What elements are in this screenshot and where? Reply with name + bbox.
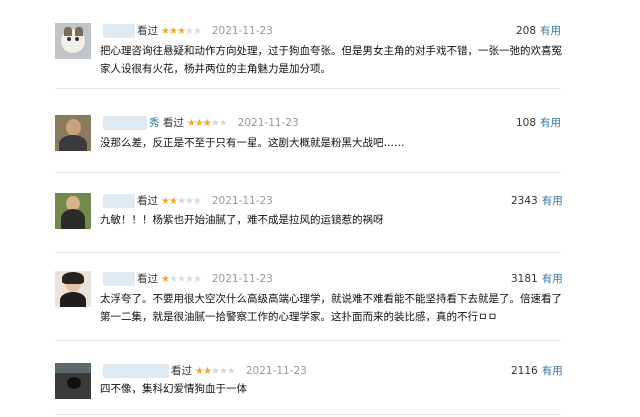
watch-status: 看过 xyxy=(171,365,192,377)
username[interactable] xyxy=(103,272,135,286)
username[interactable] xyxy=(103,364,169,378)
review-meta: 看过 ★★★★★ 2021-11-23 xyxy=(171,364,307,379)
avatar[interactable] xyxy=(55,115,91,151)
rating-stars: ★★★★★ xyxy=(195,365,236,379)
star-filled-icon: ★ xyxy=(195,366,204,377)
vote-number: 108 xyxy=(516,117,537,129)
watch-status: 看过 xyxy=(137,25,158,37)
avatar[interactable] xyxy=(55,363,91,399)
avatar[interactable] xyxy=(55,271,91,307)
star-empty-icon: ★ xyxy=(192,274,202,285)
review-meta: 看过 ★★★★★ 2021-11-23 xyxy=(137,272,273,287)
review-date: 2021-11-23 xyxy=(245,365,307,377)
vote-count: 108 有用 xyxy=(516,116,561,130)
vote-count: 208 有用 xyxy=(516,24,561,38)
star-empty-icon: ★ xyxy=(184,196,194,207)
rating-stars: ★★★★★ xyxy=(161,195,202,209)
useful-button[interactable]: 有用 xyxy=(540,25,561,37)
star-filled-icon: ★ xyxy=(161,274,170,285)
star-filled-icon: ★ xyxy=(186,118,196,129)
useful-button[interactable]: 有用 xyxy=(542,365,563,377)
star-empty-icon: ★ xyxy=(184,274,194,285)
username[interactable] xyxy=(103,116,147,130)
rating-stars: ★★★★★ xyxy=(186,117,228,131)
review-meta: 秀 看过 ★★★★★ 2021-11-23 xyxy=(149,116,299,131)
star-filled-icon: ★ xyxy=(161,196,170,207)
star-filled-icon: ★ xyxy=(202,118,212,129)
star-empty-icon: ★ xyxy=(168,274,178,285)
vote-count: 2343 有用 xyxy=(511,194,563,208)
review-text: 没那么差，反正是不至于只有一星。这剧大概就是粉黑大战吧…… xyxy=(100,137,405,149)
star-empty-icon: ★ xyxy=(176,196,186,207)
divider xyxy=(55,88,561,89)
username[interactable] xyxy=(103,24,135,38)
useful-button[interactable]: 有用 xyxy=(540,117,561,129)
divider xyxy=(55,414,561,415)
review-date: 2021-11-23 xyxy=(237,117,299,129)
star-filled-icon: ★ xyxy=(176,26,186,37)
review-text: 太浮夸了。不要用很大空次什么高级高端心理学，就说难不难看能不能坚持看下去就是了。… xyxy=(100,293,562,323)
review-meta: 看过 ★★★★★ 2021-11-23 xyxy=(137,194,273,209)
star-filled-icon: ★ xyxy=(161,26,170,37)
review-meta: 看过 ★★★★★ 2021-11-23 xyxy=(137,24,273,39)
watch-status: 看过 xyxy=(137,195,158,207)
star-empty-icon: ★ xyxy=(210,118,220,129)
avatar[interactable] xyxy=(55,23,91,59)
star-empty-icon: ★ xyxy=(218,118,228,129)
vote-number: 3181 xyxy=(511,273,538,285)
star-empty-icon: ★ xyxy=(192,26,202,37)
divider xyxy=(55,172,561,173)
vote-number: 2343 xyxy=(511,195,538,207)
vote-number: 2116 xyxy=(511,365,538,377)
star-empty-icon: ★ xyxy=(226,366,236,377)
useful-button[interactable]: 有用 xyxy=(542,273,563,285)
star-filled-icon: ★ xyxy=(202,366,212,377)
username-tail[interactable]: 秀 xyxy=(149,117,160,129)
vote-number: 208 xyxy=(516,25,537,37)
star-empty-icon: ★ xyxy=(218,366,228,377)
watch-status: 看过 xyxy=(137,273,158,285)
review-text: 四不像，集科幻爱情狗血于一体 xyxy=(100,383,247,395)
vote-count: 2116 有用 xyxy=(511,364,563,378)
star-filled-icon: ★ xyxy=(168,26,178,37)
star-empty-icon: ★ xyxy=(176,274,186,285)
review-date: 2021-11-23 xyxy=(211,25,273,37)
vote-count: 3181 有用 xyxy=(511,272,563,286)
avatar[interactable] xyxy=(55,193,91,229)
review-text: 九敏！！！杨紫也开始油腻了，难不成是拉风的运镜惹的祸呀 xyxy=(100,214,384,226)
rating-stars: ★★★★★ xyxy=(161,25,202,39)
review-date: 2021-11-23 xyxy=(211,273,273,285)
divider xyxy=(55,340,561,341)
star-filled-icon: ★ xyxy=(168,196,178,207)
star-filled-icon: ★ xyxy=(194,118,204,129)
useful-button[interactable]: 有用 xyxy=(542,195,563,207)
star-empty-icon: ★ xyxy=(192,196,202,207)
review-date: 2021-11-23 xyxy=(211,195,273,207)
username[interactable] xyxy=(103,194,135,208)
rating-stars: ★★★★★ xyxy=(161,273,202,287)
review-text: 把心理咨询往悬疑和动作方向处理，过于狗血夸张。但是男女主角的对手戏不错，一张一弛… xyxy=(100,45,562,75)
star-empty-icon: ★ xyxy=(184,26,194,37)
star-empty-icon: ★ xyxy=(210,366,220,377)
divider xyxy=(55,252,561,253)
watch-status: 看过 xyxy=(162,117,184,129)
